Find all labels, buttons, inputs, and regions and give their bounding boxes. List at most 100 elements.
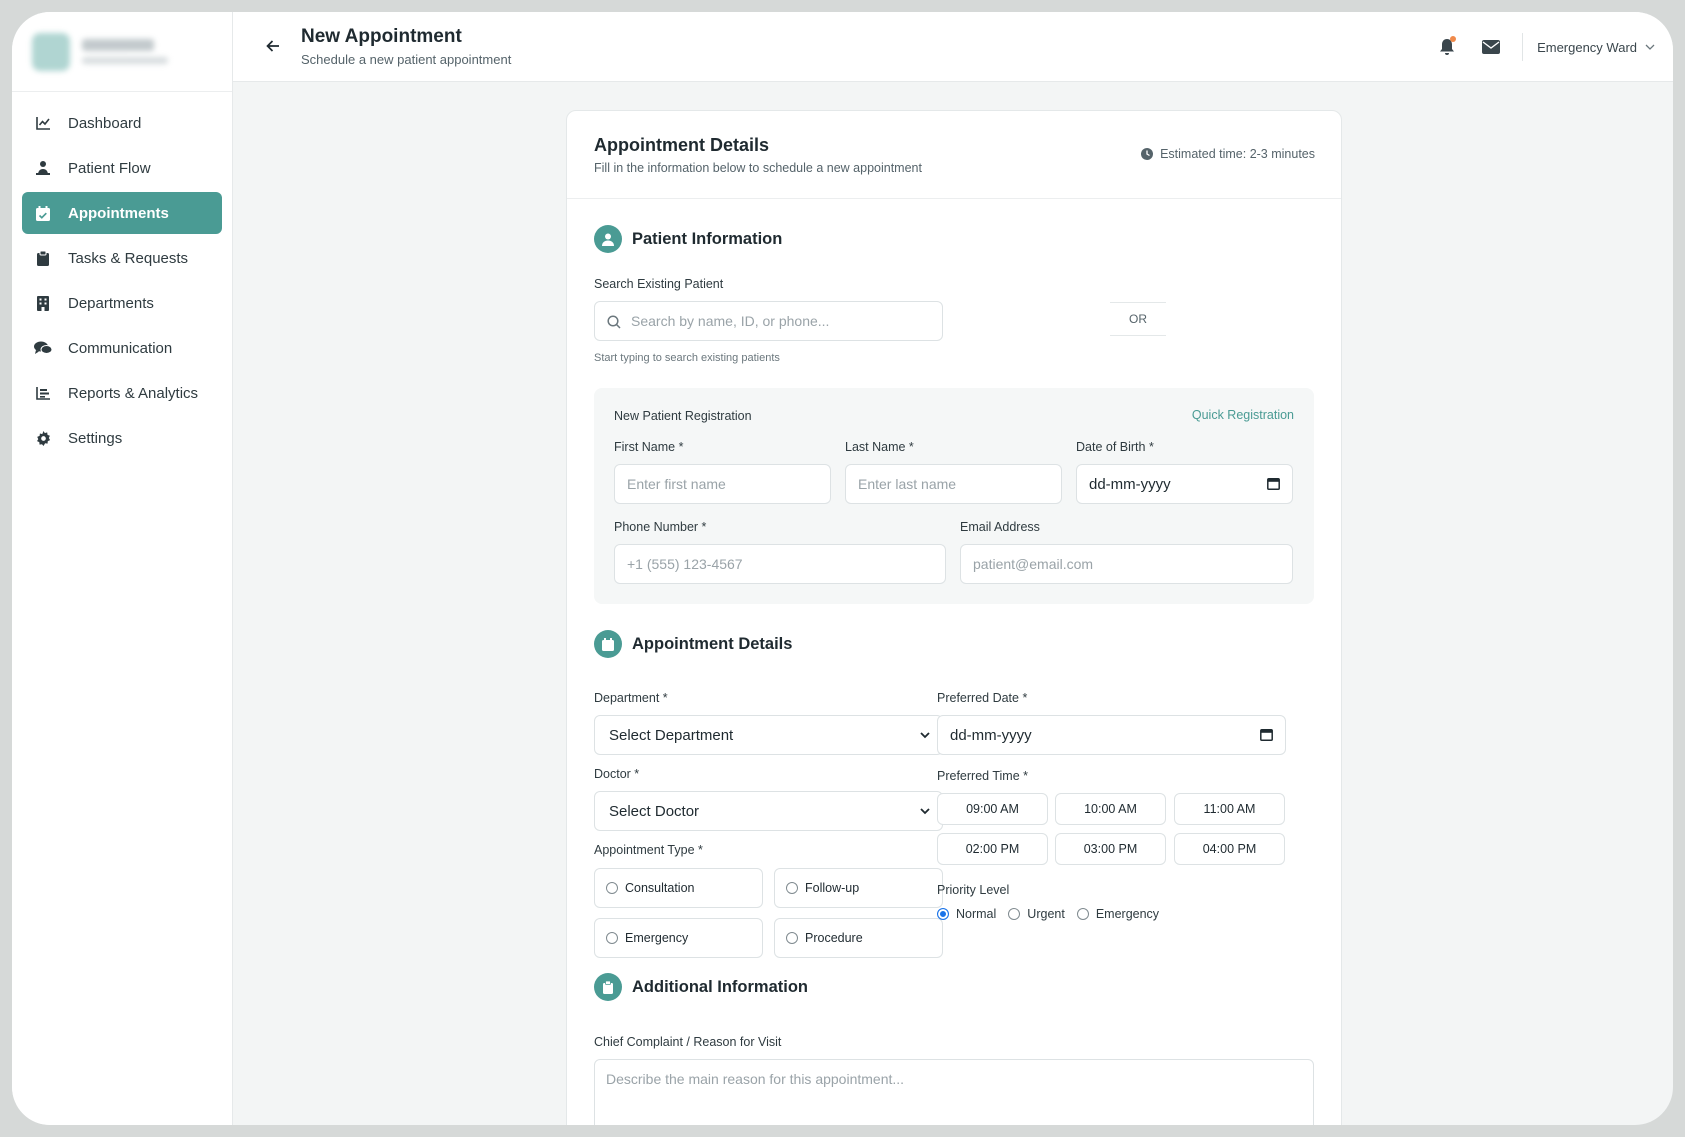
top-bar: New Appointment Schedule a new patient a…	[233, 12, 1673, 82]
last-name-field[interactable]: Enter last name	[845, 464, 1062, 504]
radio-button[interactable]	[1008, 908, 1021, 920]
sidebar-item-settings[interactable]: Settings	[22, 417, 222, 459]
sidebar-nav: Dashboard Patient Flow Appointments Task…	[12, 92, 232, 459]
last-name-placeholder: Enter last name	[858, 476, 957, 492]
or-divider: OR	[1110, 302, 1166, 336]
sidebar-item-reports[interactable]: Reports & Analytics	[22, 372, 222, 414]
back-arrow-icon[interactable]	[261, 34, 285, 58]
sidebar-item-label: Reports & Analytics	[68, 384, 199, 402]
email-field[interactable]: patient@email.com	[960, 544, 1293, 584]
time-slot-1000[interactable]: 10:00 AM	[1055, 793, 1166, 825]
sidebar-item-label: Patient Flow	[68, 159, 151, 177]
chevron-down-icon	[920, 808, 930, 815]
brand-name-blurred	[82, 39, 154, 51]
quick-registration-link[interactable]: Quick Registration	[1192, 408, 1294, 422]
search-placeholder: Search by name, ID, or phone...	[631, 313, 830, 329]
calendar-icon	[1260, 729, 1273, 741]
clipboard-icon	[34, 249, 52, 267]
calendar-icon	[594, 630, 622, 658]
type-option-emergency[interactable]: Emergency	[594, 918, 763, 958]
ward-selector[interactable]: Emergency Ward	[1537, 40, 1655, 55]
section-title: Patient Information	[632, 229, 783, 248]
department-select[interactable]: Select Department	[594, 715, 943, 755]
first-name-field[interactable]: Enter first name	[614, 464, 831, 504]
page-subtitle: Schedule a new patient appointment	[301, 52, 512, 67]
sidebar-item-label: Appointments	[68, 204, 169, 222]
radio-button[interactable]	[786, 882, 798, 894]
type-option-follow-up[interactable]: Follow-up	[774, 868, 943, 908]
time-slot-1400[interactable]: 02:00 PM	[937, 833, 1048, 865]
radio-button[interactable]	[606, 932, 618, 944]
gear-icon	[34, 429, 52, 447]
search-hint: Start typing to search existing patients	[594, 352, 780, 364]
section-patient-information: Patient Information	[594, 225, 782, 253]
search-patient-label: Search Existing Patient	[594, 277, 724, 291]
divider	[1522, 33, 1524, 61]
radio-button-selected[interactable]	[937, 908, 949, 920]
time-slot-1600[interactable]: 04:00 PM	[1174, 833, 1285, 865]
chart-line-icon	[34, 114, 52, 132]
doctor-select[interactable]: Select Doctor	[594, 791, 943, 831]
radio-button[interactable]	[786, 932, 798, 944]
priority-options: Normal Urgent Emergency	[937, 907, 1171, 921]
sidebar-item-dashboard[interactable]: Dashboard	[22, 102, 222, 144]
chief-complaint-textarea[interactable]: Describe the main reason for this appoin…	[594, 1059, 1314, 1125]
card-title: Appointment Details	[594, 135, 770, 155]
sidebar-item-tasks[interactable]: Tasks & Requests	[22, 237, 222, 279]
sidebar-item-departments[interactable]: Departments	[22, 282, 222, 324]
calendar-check-icon	[34, 204, 52, 222]
type-option-procedure[interactable]: Procedure	[774, 918, 943, 958]
preferred-date-field[interactable]: dd-mm-yyyy	[937, 715, 1286, 755]
phone-label: Phone Number *	[614, 520, 707, 534]
time-slot-1500[interactable]: 03:00 PM	[1055, 833, 1166, 865]
doctor-label: Doctor *	[594, 767, 640, 781]
user-flow-icon	[34, 159, 52, 177]
radio-button[interactable]	[606, 882, 618, 894]
time-slot-1100[interactable]: 11:00 AM	[1174, 793, 1285, 825]
department-value: Select Department	[609, 726, 734, 744]
mail-icon[interactable]	[1476, 32, 1506, 62]
email-placeholder: patient@email.com	[973, 556, 1094, 572]
search-icon	[607, 315, 621, 329]
time-slot-0900[interactable]: 09:00 AM	[937, 793, 1048, 825]
registration-title: New Patient Registration	[614, 409, 752, 423]
dob-field[interactable]: dd-mm-yyyy	[1076, 464, 1293, 504]
sidebar-item-appointments[interactable]: Appointments	[22, 192, 222, 234]
type-option-label: Consultation	[625, 881, 695, 895]
section-title: Additional Information	[632, 977, 808, 996]
phone-field[interactable]: +1 (555) 123-4567	[614, 544, 946, 584]
priority-option-normal[interactable]: Normal	[937, 907, 996, 921]
dob-label: Date of Birth *	[1076, 440, 1154, 454]
priority-option-emergency[interactable]: Emergency	[1076, 907, 1160, 921]
section-title: Appointment Details	[632, 634, 793, 653]
building-icon	[34, 294, 52, 312]
brand-logo	[32, 32, 70, 71]
priority-option-label: Emergency	[1095, 907, 1160, 921]
notifications-bell-icon[interactable]	[1432, 32, 1462, 62]
sidebar-item-label: Departments	[68, 294, 154, 312]
priority-option-label: Normal	[956, 907, 997, 921]
first-name-placeholder: Enter first name	[627, 476, 726, 492]
priority-option-label: Urgent	[1027, 907, 1065, 921]
sidebar-item-communication[interactable]: Communication	[22, 327, 222, 369]
type-option-consultation[interactable]: Consultation	[594, 868, 763, 908]
chief-complaint-label: Chief Complaint / Reason for Visit	[594, 1035, 782, 1049]
last-name-label: Last Name *	[845, 440, 914, 454]
sidebar: Dashboard Patient Flow Appointments Task…	[12, 12, 233, 1125]
sidebar-item-patient-flow[interactable]: Patient Flow	[22, 147, 222, 189]
priority-option-urgent[interactable]: Urgent	[1008, 907, 1065, 921]
dob-value: dd-mm-yyyy	[1089, 475, 1171, 493]
search-patient-input[interactable]: Search by name, ID, or phone...	[594, 301, 943, 341]
ward-label: Emergency Ward	[1537, 39, 1637, 55]
type-option-label: Emergency	[625, 931, 689, 945]
card-subtitle: Fill in the information below to schedul…	[594, 161, 922, 175]
chat-icon	[34, 339, 52, 357]
brand	[12, 12, 232, 92]
estimated-time-text: Estimated time: 2-3 minutes	[1160, 147, 1315, 161]
priority-level-label: Priority Level	[937, 883, 1010, 897]
doctor-value: Select Doctor	[609, 802, 700, 820]
radio-button[interactable]	[1076, 908, 1089, 920]
calendar-icon	[1267, 478, 1280, 490]
chief-complaint-placeholder: Describe the main reason for this appoin…	[606, 1071, 905, 1087]
department-label: Department *	[594, 691, 668, 705]
